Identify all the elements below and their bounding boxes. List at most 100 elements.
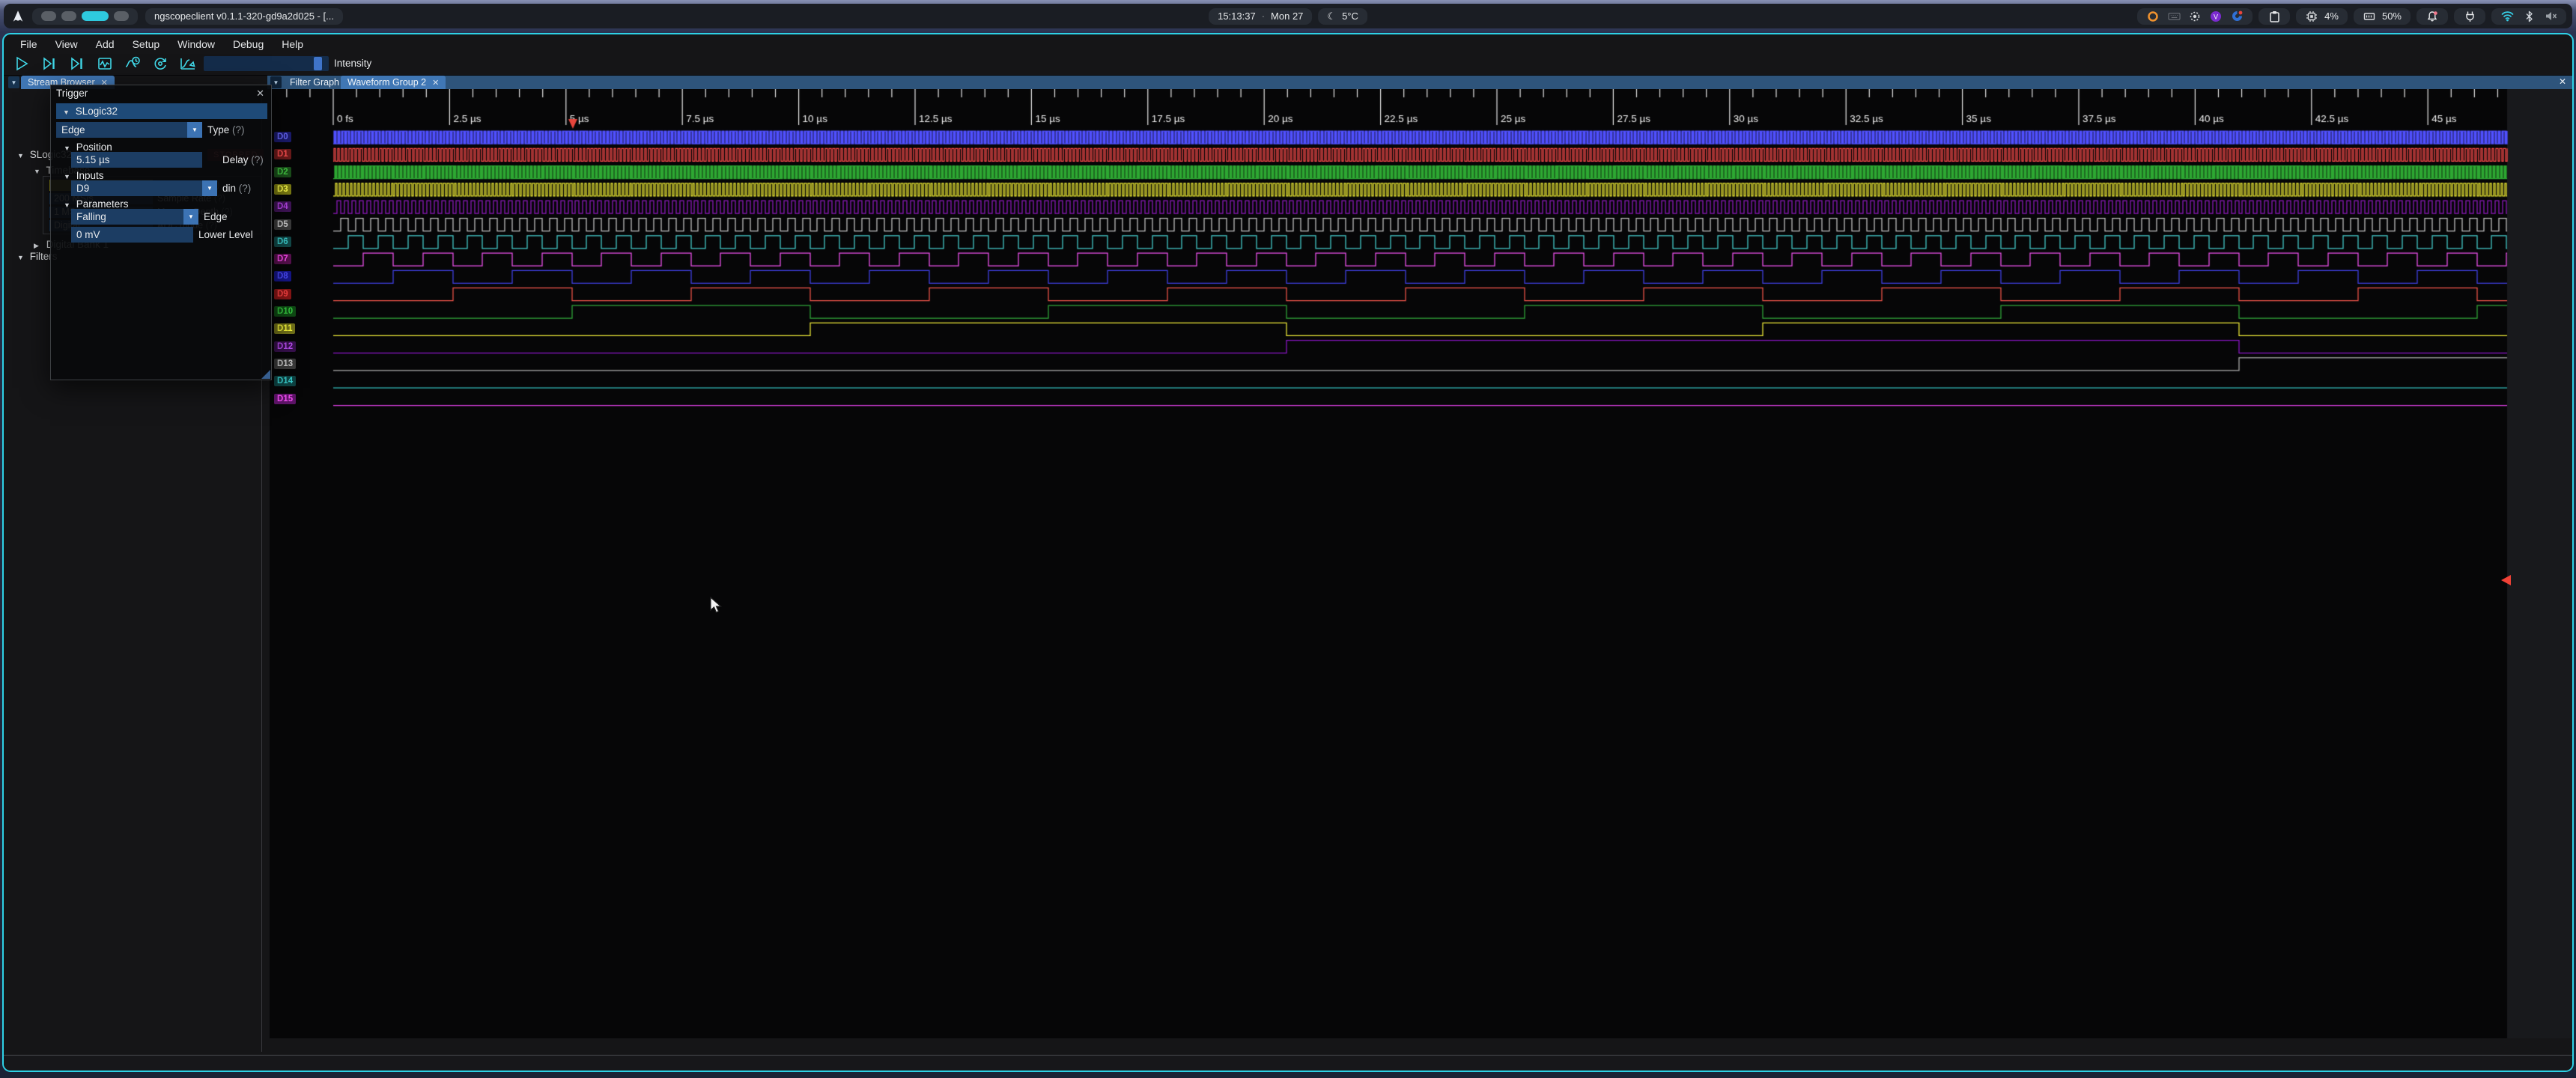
close-icon[interactable]: ✕	[432, 78, 439, 88]
chevron-down-icon[interactable]: ▼	[17, 152, 27, 159]
plug-icon	[2463, 10, 2476, 23]
workspace-dot-active[interactable]	[82, 11, 109, 21]
trigger-input-combo[interactable]: D9	[71, 180, 202, 196]
clock-time: 15:13:37	[1218, 10, 1256, 22]
clipboard-widget[interactable]	[2258, 8, 2290, 25]
tab-waveform-group-2[interactable]: Waveform Group 2 ✕	[341, 76, 446, 89]
header-label: SLogic32	[76, 106, 118, 117]
chevron-down-icon[interactable]: ▼	[187, 122, 202, 138]
menu-view[interactable]: View	[46, 38, 87, 50]
intensity-slider[interactable]	[204, 56, 329, 71]
chevron-down-icon[interactable]: ▼	[202, 180, 217, 196]
trigger-level-arrow[interactable]	[2501, 575, 2511, 585]
lower-level-input[interactable]: 0 mV	[71, 227, 193, 243]
top-status-bar: ngscopeclient v0.1.1-320-gd9a2d025 - [..…	[4, 4, 2572, 28]
clock-widget[interactable]: 15:13:37 · Mon 27	[1209, 8, 1312, 25]
menu-bar: FileViewAddSetupWindowDebugHelp	[4, 36, 2572, 52]
tab-label: Filter Graph	[290, 77, 339, 88]
position-section[interactable]: ▼ Position	[64, 141, 112, 153]
intensity-label: Intensity	[334, 58, 371, 69]
combo-value: Edge	[61, 124, 85, 135]
power-widget[interactable]	[2454, 8, 2485, 25]
chevron-down-icon: ▼	[64, 144, 73, 152]
clock-separator: ·	[1262, 10, 1265, 22]
input-value: 0 mV	[76, 229, 100, 240]
workspace-dot[interactable]	[61, 11, 76, 21]
resize-grip[interactable]	[261, 370, 270, 379]
cpu-widget[interactable]: 4%	[2296, 8, 2348, 25]
notifications-widget[interactable]	[2416, 8, 2448, 25]
cpu-percent: 4%	[2324, 10, 2339, 22]
menu-debug[interactable]: Debug	[224, 38, 273, 50]
menu-setup[interactable]: Setup	[124, 38, 169, 50]
menu-add[interactable]: Add	[87, 38, 124, 50]
waveform-tabbar: ▼ Filter Graph Waveform Group 2 ✕ ✕	[267, 76, 2572, 89]
v-app-icon[interactable]: V	[2209, 10, 2223, 23]
chevron-down-icon[interactable]: ▼	[183, 209, 198, 225]
trigger-delay-input[interactable]: 5.15 µs	[71, 152, 202, 168]
wifi-icon	[2500, 10, 2514, 23]
dock-menu-icon[interactable]: ▼	[270, 76, 282, 88]
cpu-icon	[2305, 10, 2318, 23]
chevron-down-icon: ▼	[63, 105, 73, 121]
workspace-dot[interactable]	[114, 11, 129, 21]
status-bar	[4, 1056, 2572, 1071]
swirl-app-icon[interactable]	[2230, 10, 2244, 23]
weather-temp: 5°C	[1342, 10, 1358, 22]
history-button[interactable]	[123, 55, 142, 73]
trigger-properties-button[interactable]	[178, 55, 198, 73]
desktop-wallpaper: ngscopeclient v0.1.1-320-gd9a2d025 - [..…	[0, 0, 2576, 1078]
moon-icon: ☾	[1327, 10, 1336, 22]
toolbar: Intensity	[4, 52, 2572, 75]
chevron-down-icon: ▼	[64, 173, 73, 180]
svg-text:V: V	[2214, 13, 2218, 20]
workspace-dot[interactable]	[41, 11, 56, 21]
weather-widget[interactable]: ☾ 5°C	[1318, 8, 1367, 25]
play-button[interactable]	[12, 55, 31, 73]
chevron-down-icon[interactable]: ▼	[17, 254, 27, 261]
close-icon[interactable]: ✕	[2559, 76, 2566, 87]
memory-percent: 50%	[2382, 10, 2402, 22]
edge-direction-combo[interactable]: Falling	[71, 209, 183, 225]
active-window-title: ngscopeclient v0.1.1-320-gd9a2d025 - [..…	[145, 8, 343, 25]
bluetooth-icon	[2522, 10, 2536, 23]
delay-label: Delay (?)	[222, 152, 264, 168]
chevron-right-icon[interactable]: ▶	[34, 242, 43, 250]
single-trigger-button[interactable]	[40, 55, 59, 73]
tab-label: Waveform Group 2	[347, 77, 426, 88]
menu-help[interactable]: Help	[273, 38, 312, 50]
system-tray[interactable]: V	[2137, 8, 2253, 25]
slogic32-collapsing-header[interactable]: ▼ SLogic32	[56, 103, 267, 119]
tray-app-ring-icon[interactable]	[2146, 10, 2160, 23]
ngscopeclient-window: FileViewAddSetupWindowDebugHelp	[2, 33, 2574, 1072]
waveform-plot[interactable]	[270, 89, 2574, 1038]
arch-logo-icon	[11, 10, 25, 23]
menu-file[interactable]: File	[11, 38, 46, 50]
parameters-section[interactable]: ▼ Parameters	[64, 198, 129, 210]
screen-record-icon[interactable]	[2188, 10, 2202, 23]
close-icon[interactable]: ✕	[256, 88, 264, 100]
clock-date: Mon 27	[1271, 10, 1303, 22]
intensity-slider-handle[interactable]	[314, 57, 322, 70]
force-trigger-button[interactable]	[67, 55, 87, 73]
memory-icon	[2363, 10, 2376, 23]
combo-value: D9	[76, 183, 89, 194]
connectivity-widget[interactable]	[2491, 8, 2566, 25]
trigger-type-combo[interactable]: Edge	[56, 122, 187, 138]
inputs-section[interactable]: ▼ Inputs	[64, 170, 104, 181]
memory-widget[interactable]: 50%	[2354, 8, 2411, 25]
window-menu-icon[interactable]: ▼	[8, 76, 19, 88]
tab-filter-graph[interactable]: Filter Graph	[283, 76, 346, 89]
chevron-down-icon[interactable]: ▼	[34, 168, 43, 175]
din-label: din (?)	[222, 180, 251, 196]
waveform-view-button[interactable]	[95, 55, 115, 73]
bell-icon	[2425, 10, 2439, 23]
refresh-sync-button[interactable]	[151, 55, 170, 73]
mouse-cursor	[710, 597, 723, 618]
combo-value: Falling	[76, 211, 106, 222]
dialog-title[interactable]: Trigger	[56, 88, 88, 99]
trigger-dialog[interactable]: Trigger ✕ ▼ SLogic32 Edge ▼ Type (?) ▼ P…	[50, 85, 272, 380]
keyboard-layout-icon[interactable]	[2167, 10, 2181, 23]
workspace-switcher[interactable]	[32, 8, 138, 25]
menu-window[interactable]: Window	[168, 38, 224, 50]
